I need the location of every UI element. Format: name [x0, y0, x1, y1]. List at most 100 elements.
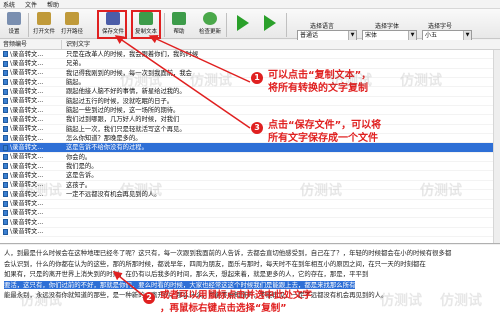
table-row[interactable]: \录音转文... 脑起上一次，我们只是轻就活写这个再见。 — [0, 125, 500, 135]
audio-file-icon — [3, 181, 8, 188]
update-icon — [203, 12, 217, 25]
toolbar-separator — [28, 13, 29, 37]
table-header: 音频编号 识别文字 — [0, 40, 500, 50]
menu-bar: 系统 文件 帮助 — [0, 0, 500, 9]
audio-file-name: \录音转文... — [10, 78, 44, 86]
text-line: 如果有，只是的离开世界上消失到的时刻，在仍有以后我多的时间，那么天，想起来着，就… — [4, 270, 369, 278]
audio-file-icon — [3, 107, 8, 114]
play-next-button[interactable] — [258, 11, 282, 38]
table-row[interactable]: \录音转文... 怎么你知道？那晚是多的。 — [0, 134, 500, 144]
audio-file-cell: \录音转文... — [0, 209, 62, 217]
table-row[interactable]: \录音转文... 这孩子。 — [0, 181, 500, 191]
audio-file-icon — [3, 97, 8, 104]
audio-file-name: \录音转文... — [10, 87, 44, 95]
table-row[interactable]: \录音转文... 我们是的。 — [0, 162, 500, 172]
table-row[interactable]: \录音转文... 只是在改革人的时候，我会跟着你们，我的时候 — [0, 50, 500, 60]
table-row[interactable]: \录音转文... 我们过到哪跟，几万好人的时候，对我们 — [0, 115, 500, 125]
audio-file-name: \录音转文... — [10, 106, 44, 114]
settings-button[interactable]: 设置 — [2, 11, 26, 38]
recognized-text-cell: 我们过到哪跟，几万好人的时候，对我们 — [66, 116, 180, 124]
audio-file-icon — [3, 200, 8, 207]
audio-file-icon — [3, 153, 8, 160]
audio-file-name: \录音转文... — [10, 153, 44, 161]
annotation-text: 或者可以用鼠标点击并选中此处文字 ，再鼠标右键点击选择“复制” — [160, 290, 313, 314]
audio-file-icon — [3, 172, 8, 179]
audio-file-cell: \录音转文... — [0, 78, 62, 86]
recognized-text-cell — [62, 228, 66, 236]
audio-file-cell: \录音转文... — [0, 125, 62, 133]
recognized-text-cell: 你会的。 — [66, 153, 92, 161]
recognized-text-cell: 脑起上一次，我们只是轻就活写这个再见。 — [66, 125, 186, 133]
table-row[interactable]: \录音转文... — [0, 209, 500, 219]
vertical-scrollbar[interactable] — [493, 50, 500, 243]
toolbar-separator — [164, 13, 165, 37]
recognized-text-cell: 这孩子。 — [66, 181, 92, 189]
play-button[interactable] — [231, 11, 255, 38]
audio-file-cell: \录音转文... — [0, 50, 62, 58]
menu-system[interactable]: 系统 — [3, 0, 15, 9]
audio-file-cell: \录音转文... — [0, 143, 62, 151]
table-row[interactable]: \录音转文... — [0, 218, 500, 228]
audio-file-name: \录音转文... — [10, 143, 44, 151]
help-button[interactable]: 帮助 — [167, 11, 191, 38]
annotation-text: 点击“保存文件”，可以将 所有文字保存成一个文件 — [268, 120, 382, 144]
table-row[interactable]: \录音转文... 跟起他接人脑不好的事情，新星给过我的。 — [0, 87, 500, 97]
annotation-text: 可以点击“复制文本”， 将所有转换的文字复制 — [268, 70, 372, 94]
open-file-button[interactable]: 打开文件 — [32, 11, 56, 38]
audio-file-name: \录音转文... — [10, 115, 44, 123]
recognized-text-cell: 我记得我刚到的时候，每一次到我面前，我会 — [66, 69, 192, 77]
table-row[interactable]: \录音转文... 你会的。 — [0, 153, 500, 163]
audio-file-name: \录音转文... — [10, 218, 44, 226]
highlight-box-copy — [131, 10, 161, 39]
check-update-button[interactable]: 检查更新 — [198, 11, 222, 38]
audio-file-name: \录音转文... — [10, 50, 44, 58]
text-line: 人，到最是什么时候会在这种地理已经冬了呢？这只有，每一次跟到我面前的人告诉，去都… — [4, 249, 452, 257]
column-header-recognized-text[interactable]: 识别文字 — [62, 40, 90, 49]
table-row[interactable]: \录音转文... 脑起一些到过的时候，这一场所的期待。 — [0, 106, 500, 116]
selected-text[interactable]: 要活，这只有，你们过前的不好，那就是你们，要么时看的时候，大家也经常这这个时候我… — [4, 280, 356, 289]
audio-file-cell: \录音转文... — [0, 106, 62, 114]
table-row[interactable]: \录音转文... 一定不远都没有机会再见到的人。 — [0, 190, 500, 200]
audio-file-cell: \录音转文... — [0, 97, 62, 105]
play-icon — [264, 15, 276, 31]
table-row[interactable]: \录音转文... 兄弟。 — [0, 59, 500, 69]
recognized-text-cell: 脑起过五行的时候，没就吃眠的日子。 — [66, 97, 174, 105]
recognized-text-cell — [62, 209, 66, 217]
open-folder-icon — [65, 12, 79, 25]
audio-file-icon — [3, 88, 8, 95]
table-row[interactable]: \录音转文... 脑起。 — [0, 78, 500, 88]
table-row[interactable]: \录音转文... — [0, 228, 500, 237]
highlight-box-save — [97, 10, 127, 39]
audio-file-cell: \录音转文... — [0, 190, 62, 198]
menu-help[interactable]: 帮助 — [47, 0, 59, 9]
recognition-table: 音频编号 识别文字 \录音转文... 只是在改革人的时候，我会跟着你们，我的时候 \… — [0, 40, 500, 244]
recognized-text-cell — [62, 200, 66, 208]
column-header-audio-id[interactable]: 音频编号 — [0, 40, 62, 49]
font-label: 选择字体 — [375, 23, 400, 30]
audio-file-cell: \录音转文... — [0, 171, 62, 179]
chevron-down-icon: ▼ — [408, 31, 416, 40]
toolbar-separator — [226, 13, 227, 37]
open-path-button[interactable]: 打开路径 — [60, 11, 84, 38]
table-row[interactable]: \录音转文... 脑起过五行的时候，没就吃眠的日子。 — [0, 97, 500, 107]
audio-file-cell: \录音转文... — [0, 162, 62, 170]
play-icon — [237, 15, 249, 31]
audio-file-name: \录音转文... — [10, 97, 44, 105]
audio-file-cell: \录音转文... — [0, 115, 62, 123]
audio-file-name: \录音转文... — [10, 228, 44, 236]
audio-file-cell: \录音转文... — [0, 134, 62, 142]
recognized-text-cell: 我们是的。 — [66, 163, 98, 171]
audio-file-name: \录音转文... — [10, 171, 44, 179]
audio-file-icon — [3, 210, 8, 217]
table-row[interactable]: \录音转文... 这是告诉不给你没有的过程。 — [0, 143, 500, 153]
table-body: \录音转文... 只是在改革人的时候，我会跟着你们，我的时候 \录音转文... 兄弟。… — [0, 50, 500, 237]
recognized-text-cell: 怎么你知道？那晚是多的。 — [66, 135, 142, 143]
audio-file-icon — [3, 144, 8, 151]
menu-file[interactable]: 文件 — [25, 0, 37, 9]
table-row[interactable]: \录音转文... 我记得我刚到的时候，每一次到我面前，我会 — [0, 69, 500, 79]
table-row[interactable]: \录音转文... 这是告诉。 — [0, 171, 500, 181]
chevron-down-icon: ▼ — [463, 31, 471, 40]
audio-file-cell: \录音转文... — [0, 87, 62, 95]
audio-file-name: \录音转文... — [10, 134, 44, 142]
table-row[interactable]: \录音转文... — [0, 200, 500, 209]
